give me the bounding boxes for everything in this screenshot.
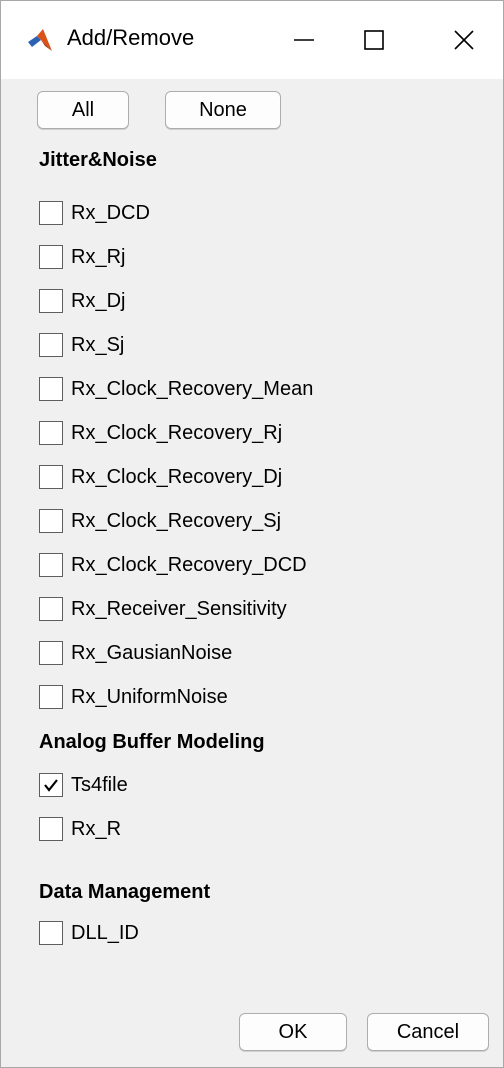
checkbox-label: Rx_DCD <box>71 201 150 224</box>
maximize-button[interactable] <box>335 1 413 79</box>
checkbox-label: Ts4file <box>71 773 128 796</box>
checkbox-label: Rx_Sj <box>71 333 125 356</box>
checkbox-box[interactable] <box>39 773 63 797</box>
section-title-analog-buffer-modeling: Analog Buffer Modeling <box>39 731 265 753</box>
section-title-jitter-noise: Jitter&Noise <box>39 149 157 171</box>
select-all-button[interactable]: All <box>37 91 129 129</box>
checkbox-box[interactable] <box>39 377 63 401</box>
checkbox-label: Rx_Clock_Recovery_Rj <box>71 421 283 444</box>
checkbox-label: Rx_Clock_Recovery_Dj <box>71 465 283 488</box>
checkbox-rx-clock-recovery-mean[interactable]: Rx_Clock_Recovery_Mean <box>39 374 313 404</box>
checkbox-rx-clock-recovery-rj[interactable]: Rx_Clock_Recovery_Rj <box>39 418 282 448</box>
checkbox-box[interactable] <box>39 641 63 665</box>
checkbox-box[interactable] <box>39 597 63 621</box>
checkbox-rx-uniformnoise[interactable]: Rx_UniformNoise <box>39 682 228 712</box>
checkbox-box[interactable] <box>39 421 63 445</box>
section-title-data-management: Data Management <box>39 881 211 903</box>
cancel-button[interactable]: Cancel <box>367 1013 489 1051</box>
checkbox-rx-receiver-sensitivity[interactable]: Rx_Receiver_Sensitivity <box>39 594 287 624</box>
checkbox-rx-r[interactable]: Rx_R <box>39 814 121 844</box>
checkbox-rx-rj[interactable]: Rx_Rj <box>39 242 125 272</box>
checkbox-label: Rx_Rj <box>71 245 126 268</box>
checkbox-rx-clock-recovery-dj[interactable]: Rx_Clock_Recovery_Dj <box>39 462 282 492</box>
checkmark-icon <box>44 779 58 792</box>
checkbox-label: DLL_ID <box>71 921 139 944</box>
checkbox-box[interactable] <box>39 685 63 709</box>
checkbox-dll-id[interactable]: DLL_ID <box>39 918 139 948</box>
checkbox-rx-dcd[interactable]: Rx_DCD <box>39 198 150 228</box>
maximize-icon <box>364 30 384 50</box>
checkbox-box[interactable] <box>39 817 63 841</box>
minimize-icon <box>294 39 314 41</box>
close-button[interactable] <box>425 1 503 79</box>
checkbox-label: Rx_UniformNoise <box>71 685 228 708</box>
checkbox-rx-clock-recovery-sj[interactable]: Rx_Clock_Recovery_Sj <box>39 506 281 536</box>
checkbox-rx-gausiannoise[interactable]: Rx_GausianNoise <box>39 638 232 668</box>
checkbox-box[interactable] <box>39 465 63 489</box>
checkbox-box[interactable] <box>39 289 63 313</box>
checkbox-box[interactable] <box>39 553 63 577</box>
checkbox-rx-dj[interactable]: Rx_Dj <box>39 286 125 316</box>
checkbox-label: Rx_Receiver_Sensitivity <box>71 597 287 620</box>
minimize-button[interactable] <box>265 1 343 79</box>
checkbox-rx-clock-recovery-dcd[interactable]: Rx_Clock_Recovery_DCD <box>39 550 307 580</box>
checkbox-rx-sj[interactable]: Rx_Sj <box>39 330 124 360</box>
checkbox-label: Rx_Clock_Recovery_Sj <box>71 509 282 532</box>
checkbox-label: Rx_Clock_Recovery_DCD <box>71 553 307 576</box>
checkbox-label: Rx_Dj <box>71 289 126 312</box>
close-icon <box>454 30 474 50</box>
checkbox-box[interactable] <box>39 201 63 225</box>
matlab-icon <box>28 29 52 51</box>
dialog-body: All None Jitter&Noise Rx_DCD Rx_Rj Rx_Dj… <box>1 79 503 1067</box>
select-none-button[interactable]: None <box>165 91 281 129</box>
checkbox-box[interactable] <box>39 509 63 533</box>
checkbox-label: Rx_GausianNoise <box>71 641 233 664</box>
checkbox-ts4file[interactable]: Ts4file <box>39 770 128 800</box>
checkbox-label: Rx_Clock_Recovery_Mean <box>71 377 314 400</box>
checkbox-box[interactable] <box>39 245 63 269</box>
checkbox-label: Rx_R <box>71 817 122 840</box>
checkbox-box[interactable] <box>39 333 63 357</box>
checkbox-box[interactable] <box>39 921 63 945</box>
window-title: Add/Remove <box>67 25 195 50</box>
add-remove-dialog: Add/Remove All None Jitter&Noise Rx_DCD <box>0 0 504 1068</box>
ok-button[interactable]: OK <box>239 1013 347 1051</box>
title-bar[interactable]: Add/Remove <box>1 1 503 79</box>
